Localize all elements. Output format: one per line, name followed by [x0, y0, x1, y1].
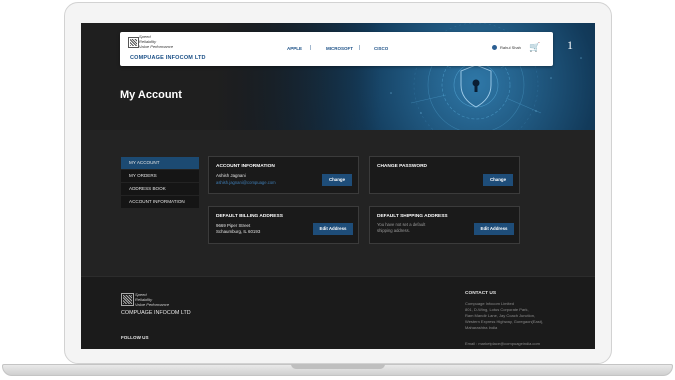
card-title: DEFAULT BILLING ADDRESS — [216, 214, 283, 219]
billing-address-card: DEFAULT BILLING ADDRESS 9669 Piper Stree… — [208, 206, 359, 244]
footer-tagline-line: Value Performance — [135, 302, 170, 307]
shipping-address-card: DEFAULT SHIPPING ADDRESS You have not se… — [369, 206, 520, 244]
laptop-notch — [291, 364, 385, 369]
card-title: CHANGE PASSWORD — [377, 164, 428, 169]
nav-separator: | — [310, 45, 312, 51]
user-name[interactable]: Rahul Shah — [500, 45, 521, 50]
sidebar-item-address-book[interactable]: ADDRESS BOOK — [121, 183, 199, 196]
follow-us-heading: FOLLOW US — [121, 335, 149, 340]
user-icon[interactable] — [492, 45, 497, 50]
sidebar-item-my-orders[interactable]: MY ORDERS — [121, 170, 199, 183]
cart-icon[interactable]: 🛒 — [529, 42, 540, 52]
change-password-card: CHANGE PASSWORD Change — [369, 156, 520, 194]
page-title: My Account — [120, 89, 182, 101]
sidebar-item-my-account[interactable]: MY ACCOUNT — [121, 157, 199, 170]
change-password-button[interactable]: Change — [483, 174, 513, 186]
contact-address-line: Maharashtra India — [465, 325, 498, 330]
billing-address-line: Schaumburg, IL 60193 — [216, 229, 261, 234]
account-sidebar: MY ACCOUNT MY ORDERS ADDRESS BOOK ACCOUN… — [121, 157, 199, 209]
contact-address-line: 801, D-Wing, Lotus Corporate Park, — [465, 307, 529, 312]
brand-logo-icon[interactable] — [128, 37, 139, 48]
site-header: Speed Reliability Value Performance COMP… — [120, 32, 553, 66]
browser-screen: Speed Reliability Value Performance COMP… — [81, 23, 595, 349]
contact-email[interactable]: Email : marketplace@compuageindia.com — [465, 341, 540, 346]
contact-address-line: Ram Mandir Lane, Jay Coach Junction, — [465, 313, 536, 318]
account-name: Ashish Jagnani — [216, 173, 246, 178]
card-title: DEFAULT SHIPPING ADDRESS — [377, 214, 448, 219]
hero-number: 1 — [567, 38, 573, 52]
account-email[interactable]: ashish.jagnani@compuage.com — [216, 180, 276, 185]
brand-name[interactable]: COMPUAGE INFOCOM LTD — [130, 55, 206, 61]
shipping-note-line: shipping address. — [377, 228, 410, 233]
sidebar-item-account-information[interactable]: ACCOUNT INFORMATION — [121, 196, 199, 209]
site-footer: Speed Reliability Value Performance COMP… — [81, 276, 595, 349]
card-title: ACCOUNT INFORMATION — [216, 164, 275, 169]
billing-address-line: 9669 Piper Street — [216, 223, 251, 228]
footer-logo-icon[interactable] — [121, 293, 134, 306]
edit-billing-address-button[interactable]: Edit Address — [313, 223, 353, 235]
contact-address-line: Compuage Infocom Limited — [465, 301, 514, 306]
nav-link-cisco[interactable]: CISCO — [374, 46, 388, 51]
edit-shipping-address-button[interactable]: Edit Address — [474, 223, 514, 235]
hero-banner: Speed Reliability Value Performance COMP… — [81, 23, 595, 130]
footer-brand-name: COMPUAGE INFOCOM LTD — [121, 310, 191, 316]
contact-us-heading: CONTACT US — [465, 291, 497, 296]
nav-separator: | — [359, 45, 361, 51]
contact-address-line: Western Express Highway, Goregaon(East), — [465, 319, 544, 324]
logo-tagline-line: Value Performance — [139, 44, 174, 49]
nav-link-apple[interactable]: APPLE — [287, 46, 302, 51]
change-account-info-button[interactable]: Change — [322, 174, 352, 186]
nav-link-microsoft[interactable]: MICROSOFT — [326, 46, 353, 51]
account-information-card: ACCOUNT INFORMATION Ashish Jagnani ashis… — [208, 156, 359, 194]
